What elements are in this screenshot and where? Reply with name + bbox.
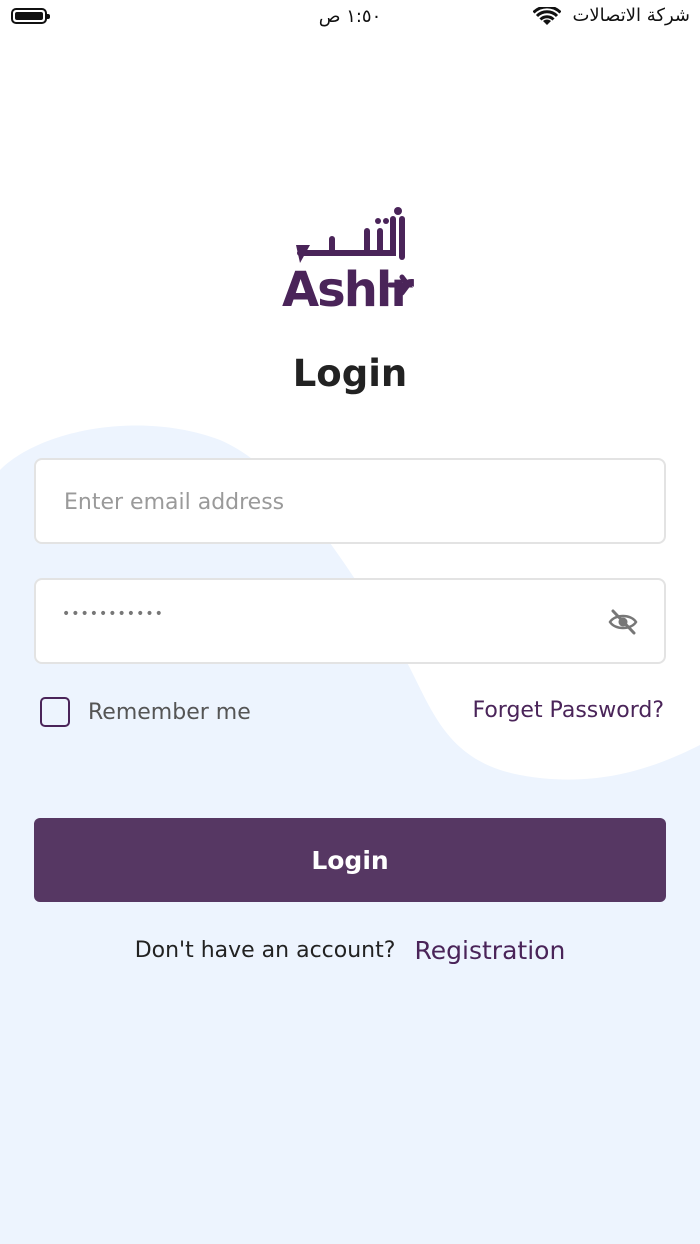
status-bar: ١:٥٠ ص شركة الاتصالات xyxy=(0,0,700,36)
remember-me-checkbox[interactable] xyxy=(40,697,70,727)
wifi-icon xyxy=(533,7,561,25)
forget-password-link[interactable]: Forget Password? xyxy=(472,698,664,723)
login-button[interactable]: Login xyxy=(34,818,666,902)
carrier-name: شركة الاتصالات xyxy=(572,5,690,26)
eye-off-icon[interactable] xyxy=(608,608,638,636)
page-title: Login xyxy=(292,352,408,395)
password-field[interactable]: ••••••••••• xyxy=(34,578,666,664)
ashlr-wordmark: Ashlr xyxy=(282,262,414,318)
email-input[interactable] xyxy=(62,460,606,544)
email-field[interactable] xyxy=(34,458,666,544)
status-time: ١:٥٠ ص xyxy=(318,6,382,27)
battery-icon xyxy=(11,8,50,24)
remember-me-label[interactable]: Remember me xyxy=(88,700,251,725)
registration-row: Don't have an account? Registration xyxy=(0,936,700,965)
remember-me-row[interactable]: Remember me xyxy=(40,696,251,728)
no-account-text: Don't have an account? xyxy=(134,938,396,963)
password-input[interactable]: ••••••••••• xyxy=(62,606,164,622)
registration-link[interactable]: Registration xyxy=(415,936,566,965)
